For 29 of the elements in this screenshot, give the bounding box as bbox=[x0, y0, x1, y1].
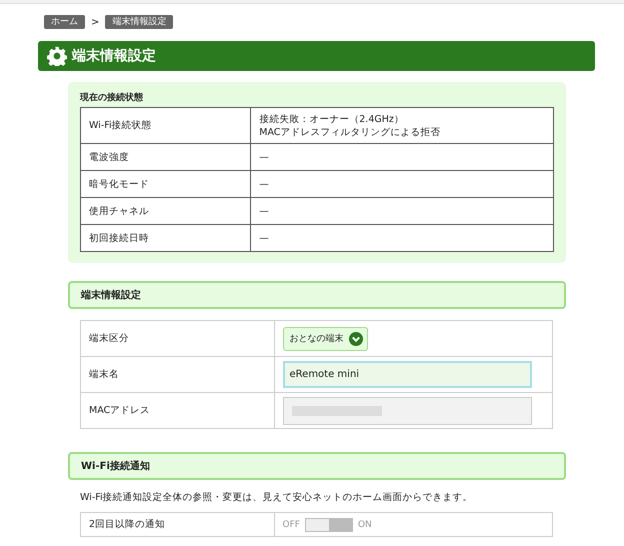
off-label: OFF bbox=[282, 520, 300, 530]
table-cell: 暗号化モード bbox=[80, 170, 251, 198]
table-cell: 初回接続日時 bbox=[80, 224, 251, 252]
table-cell: 2回目以降の通知 bbox=[80, 512, 274, 536]
breadcrumb-link[interactable]: ホーム bbox=[44, 15, 85, 29]
on-label: ON bbox=[358, 520, 372, 530]
section-header: 端末情報設定 bbox=[68, 281, 566, 309]
table-cell: — bbox=[250, 224, 554, 252]
table-cell: 使用チャネル bbox=[80, 198, 251, 224]
table-cell: 接続失敗：オーナー（2.4GHz） MACアドレスフィルタリングによる拒否 bbox=[250, 108, 554, 144]
device-name-input[interactable]: eRemote mini bbox=[282, 361, 532, 388]
table-cell: MACアドレス bbox=[80, 392, 274, 428]
page-title: 端末情報設定 bbox=[72, 47, 156, 65]
table-cell: — bbox=[250, 144, 554, 170]
status-title: 現在の接続状態 bbox=[80, 91, 144, 104]
toggle-switch[interactable] bbox=[304, 518, 353, 532]
table-cell: — bbox=[250, 170, 554, 198]
breadcrumb-separator: > bbox=[91, 16, 100, 28]
gear-icon bbox=[47, 46, 67, 66]
device-type-select[interactable]: おとなの端末 bbox=[282, 326, 368, 351]
section-header: Wi-Fi接続通知 bbox=[68, 452, 566, 480]
table-cell: Wi-Fi接続状態 bbox=[80, 108, 251, 144]
chevron-down-icon bbox=[348, 332, 363, 346]
table-cell: 電波強度 bbox=[80, 144, 251, 170]
table-cell: 端末区分 bbox=[80, 320, 274, 356]
breadcrumb-current[interactable]: 端末情報設定 bbox=[105, 15, 174, 29]
table-cell: — bbox=[250, 198, 554, 224]
notification-note: Wi-Fi接続通知設定全体の参照・変更は、見えて安心ネットのホーム画面からできます。 bbox=[80, 491, 474, 504]
table-cell: 端末名 bbox=[80, 356, 274, 392]
